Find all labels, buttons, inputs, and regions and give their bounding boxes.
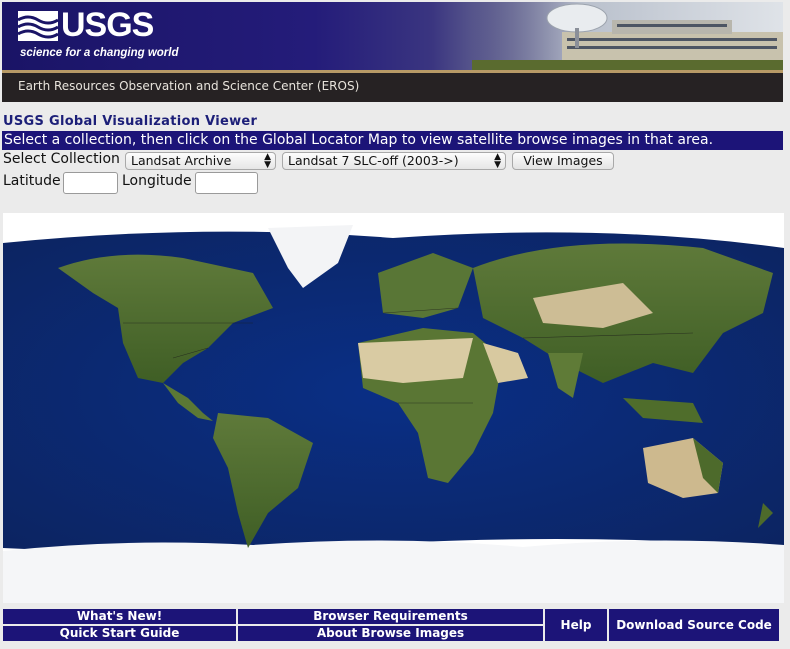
dataset-select-value: Landsat 7 SLC-off (2003->) xyxy=(288,153,459,168)
collection-label: Select Collection xyxy=(3,151,120,167)
page-title: USGS Global Visualization Viewer xyxy=(3,114,258,129)
global-locator-map[interactable] xyxy=(3,213,784,603)
select-arrows-icon: ▲ ▼ xyxy=(264,152,271,170)
whats-new-link[interactable]: What's New! xyxy=(3,609,236,624)
eros-title-bar: Earth Resources Observation and Science … xyxy=(2,70,783,102)
center-name: Earth Resources Observation and Science … xyxy=(18,79,360,93)
view-images-button[interactable]: View Images xyxy=(512,152,614,170)
footer-nav: What's New! Quick Start Guide Browser Re… xyxy=(2,608,783,642)
quick-start-guide-link[interactable]: Quick Start Guide xyxy=(3,626,236,641)
browser-requirements-link[interactable]: Browser Requirements xyxy=(238,609,543,624)
usgs-logo-text: USGS xyxy=(61,6,154,44)
usgs-logo[interactable]: USGS science for a changing world xyxy=(18,6,179,65)
download-source-code-link[interactable]: Download Source Code xyxy=(609,609,779,641)
dataset-select[interactable]: Landsat 7 SLC-off (2003->) ▲ ▼ xyxy=(282,152,506,170)
eros-building-photo xyxy=(472,2,783,70)
about-browse-images-link[interactable]: About Browse Images xyxy=(238,626,543,641)
collection-select[interactable]: Landsat Archive ▲ ▼ xyxy=(125,152,276,170)
help-link[interactable]: Help xyxy=(545,609,607,641)
longitude-input[interactable] xyxy=(195,172,258,194)
collection-select-value: Landsat Archive xyxy=(131,153,232,168)
usgs-tagline: science for a changing world xyxy=(20,47,179,59)
longitude-label: Longitude xyxy=(122,173,192,189)
usgs-header-banner: USGS science for a changing world xyxy=(2,2,783,70)
latitude-input[interactable] xyxy=(63,172,118,194)
instructions-banner: Select a collection, then click on the G… xyxy=(2,131,783,150)
latitude-label: Latitude xyxy=(3,173,61,189)
select-arrows-icon: ▲ ▼ xyxy=(494,152,501,170)
usgs-wave-icon xyxy=(18,11,58,41)
world-map-image[interactable] xyxy=(3,213,784,603)
